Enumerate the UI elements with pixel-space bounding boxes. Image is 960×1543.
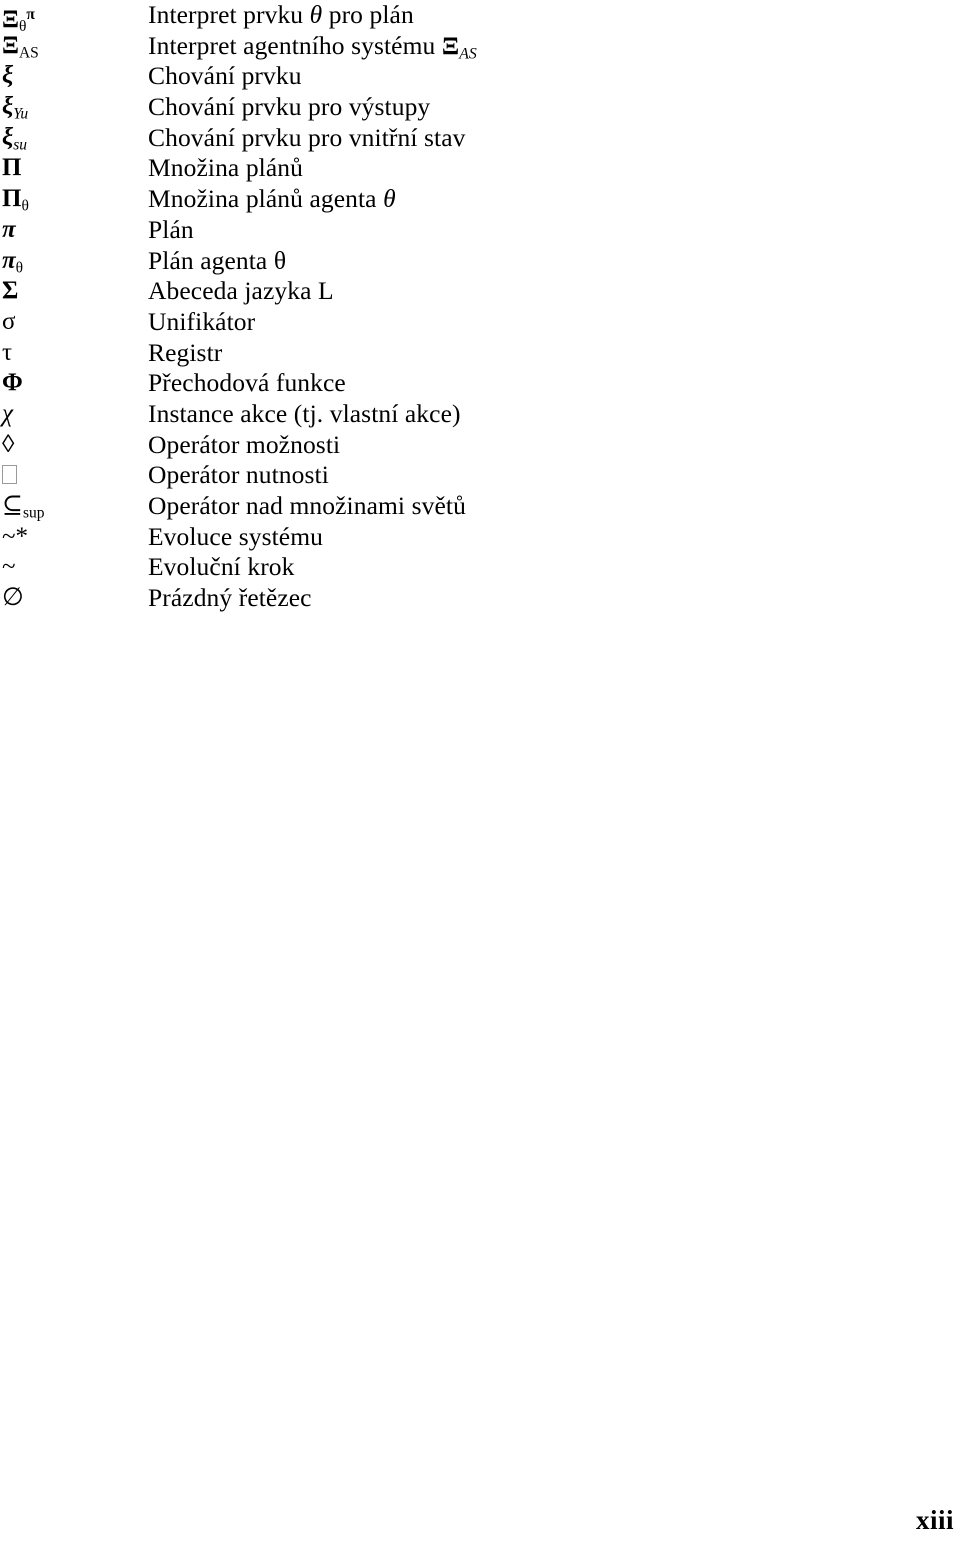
symbol-base-tau: τ: [2, 338, 13, 366]
symbol-cell: Σ: [2, 276, 142, 307]
description-cell: Evoluce systému: [148, 521, 324, 551]
symbol-cell: Πθ: [2, 184, 142, 215]
glossary-row: σ Unifikátor: [0, 307, 960, 338]
symbol-base-xi-capital: Ξ: [2, 5, 19, 33]
symbol-cell: ξYu: [2, 92, 142, 123]
symbol-base-pi: π: [2, 215, 16, 243]
description-cell: Množina plánů agenta θ: [148, 184, 396, 215]
glossary-row: τ Registr: [0, 338, 960, 369]
glossary-row: π Plán: [0, 215, 960, 246]
inline-symbol-theta: θ: [309, 0, 323, 29]
symbol-base-xi: ξ: [2, 62, 14, 90]
description-cell: Množina plánů: [148, 153, 303, 183]
symbol-cell: ◊: [2, 430, 142, 461]
glossary-row: Operátor nutnosti: [0, 460, 960, 491]
description-suffix: pro plán: [322, 0, 414, 29]
symbol-base-xi-capital: Ξ: [2, 31, 19, 59]
symbol-base-xi: ξ: [2, 93, 14, 121]
glossary-row: πθ Plán agenta θ: [0, 246, 960, 277]
description-cell: Interpret prvku θ pro plán: [148, 0, 414, 31]
symbol-base-pi-capital: Π: [2, 154, 22, 182]
symbol-base-sigma: σ: [2, 307, 16, 335]
document-page: Ξθπ Interpret prvku θ pro plán ΞAS Inter…: [0, 0, 960, 1543]
symbol-cell: ⊆sup: [2, 491, 142, 522]
tilde-icon: ~: [2, 553, 16, 581]
description-cell: Chování prvku pro výstupy: [148, 92, 431, 122]
symbol-subscript-yu: Yu: [13, 105, 29, 123]
glossary-row: ΞAS Interpret agentního systému ΞAS: [0, 31, 960, 62]
description-cell: Přechodová funkce: [148, 368, 346, 398]
symbol-cell: τ: [2, 338, 142, 369]
diamond-possibility-icon: ◊: [2, 430, 15, 458]
symbol-base-pi: π: [2, 246, 16, 274]
glossary-row: ~* Evoluce systému: [0, 522, 960, 553]
symbol-cell: σ: [2, 307, 142, 338]
description-cell: Prázdný řetězec: [148, 583, 312, 613]
description-cell: Chování prvku pro vnitřní stav: [148, 122, 466, 152]
description-cell: Evoluční krok: [148, 552, 295, 582]
glossary-row: ξYu Chování prvku pro výstupy: [0, 92, 960, 123]
symbol-cell: π: [2, 215, 142, 246]
symbol-subscript-theta: θ: [21, 197, 29, 215]
symbol-base-pi-capital: Π: [2, 185, 22, 213]
description-cell: Operátor nad množinami světů: [148, 491, 466, 520]
symbol-base-chi: χ: [2, 399, 13, 427]
description-cell: Plán agenta θ: [148, 245, 287, 275]
symbol-superscript-pi: π: [26, 6, 35, 23]
symbol-subscript-su: su: [13, 136, 28, 154]
symbol-cell: ∅: [2, 583, 142, 614]
symbol-base-phi-capital: Φ: [2, 369, 23, 397]
symbol-cell: Ξθπ: [2, 0, 142, 35]
description-cell: Operátor možnosti: [148, 429, 341, 459]
inline-symbol-theta: θ: [383, 184, 396, 214]
description-cell: Interpret agentního systému ΞAS: [148, 31, 477, 62]
box-necessity-icon: [2, 465, 17, 485]
glossary-row: Φ Přechodová funkce: [0, 368, 960, 399]
description-cell: Operátor nutnosti: [148, 460, 329, 490]
page-number: xiii: [915, 1505, 954, 1535]
glossary-row: Π Množina plánů: [0, 153, 960, 184]
subset-operator-icon: ⊆: [2, 492, 23, 519]
symbol-cell: ξ: [2, 61, 142, 92]
tilde-star-icon: ~*: [2, 522, 29, 550]
symbol-cell: ~: [2, 552, 142, 583]
glossary-row: ⊆sup Operátor nad množinami světů: [0, 491, 960, 522]
glossary-row: ξsu Chování prvku pro vnitřní stav: [0, 123, 960, 154]
symbol-cell: πθ: [2, 246, 142, 277]
symbol-subscript-sup: sup: [22, 504, 45, 522]
symbol-cell: ΞAS: [2, 31, 142, 62]
description-cell: Instance akce (tj. vlastní akce): [148, 398, 461, 428]
description-cell: Chování prvku: [148, 61, 302, 91]
glossary-row: ~ Evoluční krok: [0, 552, 960, 583]
symbol-subscript-theta: θ: [15, 258, 24, 276]
inline-symbol-subscript-as: AS: [459, 45, 477, 63]
symbol-cell: χ: [2, 399, 142, 430]
symbol-base-xi: ξ: [2, 123, 14, 151]
symbol-glossary-list: Ξθπ Interpret prvku θ pro plán ΞAS Inter…: [0, 0, 960, 614]
symbol-cell: Π: [2, 153, 142, 184]
glossary-row: Ξθπ Interpret prvku θ pro plán: [0, 0, 960, 35]
empty-set-icon: ∅: [2, 584, 24, 612]
glossary-row: Πθ Množina plánů agenta θ: [0, 184, 960, 215]
symbol-cell: Φ: [2, 368, 142, 399]
glossary-row: Σ Abeceda jazyka L: [0, 276, 960, 307]
description-cell: Plán: [148, 214, 194, 244]
description-prefix: Interpret agentního systému: [148, 30, 442, 60]
glossary-row: χ Instance akce (tj. vlastní akce): [0, 399, 960, 430]
description-prefix: Interpret prvku: [148, 0, 310, 29]
inline-symbol-xi-capital: Ξ: [441, 30, 460, 60]
description-prefix: Množina plánů agenta: [148, 184, 384, 214]
symbol-cell: ξsu: [2, 123, 142, 154]
description-cell: Unifikátor: [148, 306, 256, 336]
description-cell: Abeceda jazyka L: [148, 276, 334, 306]
glossary-row: ξ Chování prvku: [0, 61, 960, 92]
symbol-cell: ~*: [2, 522, 142, 553]
description-cell: Registr: [148, 337, 223, 367]
symbol-base-sigma-capital: Σ: [2, 277, 19, 305]
glossary-row: ∅ Prázdný řetězec: [0, 583, 960, 614]
glossary-row: ◊ Operátor možnosti: [0, 430, 960, 461]
symbol-subscript-as: AS: [18, 44, 39, 62]
symbol-cell: [2, 460, 142, 491]
